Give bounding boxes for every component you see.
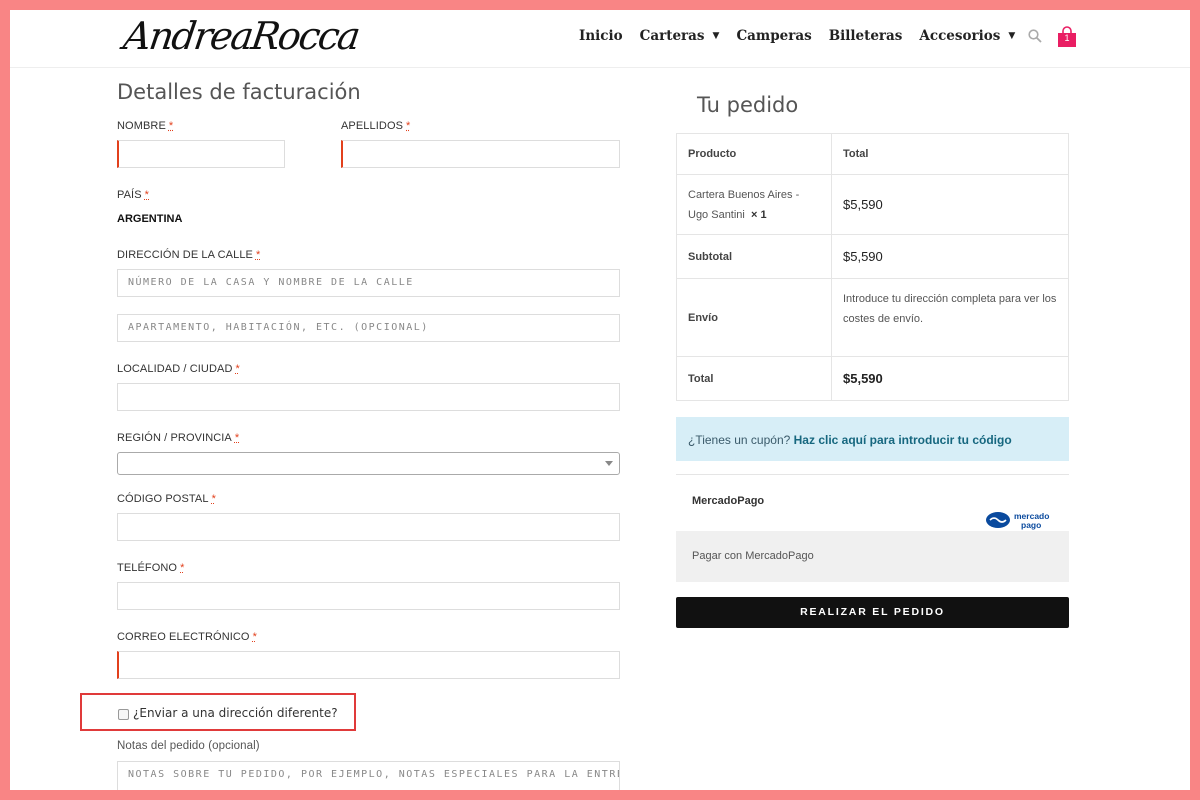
subtotal-value: $5,590 <box>831 234 1069 279</box>
payment-description: Pagar con MercadoPago <box>676 531 1069 582</box>
order-notes-label: Notas del pedido (opcional) <box>117 740 260 752</box>
phone-input[interactable] <box>117 582 620 610</box>
product-name: Cartera Buenos Aires - Ugo Santini <box>688 188 800 221</box>
region-select[interactable] <box>117 452 620 475</box>
label-text: DIRECCIÓN DE LA CALLE <box>117 249 253 261</box>
label-text: CORREO ELECTRÓNICO <box>117 631 250 643</box>
required-mark: * <box>211 493 216 505</box>
mp-logo-line2: pago <box>1021 520 1041 530</box>
nav-label: Accesorios <box>919 28 1001 44</box>
table-row: Total $5,590 <box>676 356 1069 401</box>
chevron-down-icon <box>605 461 613 466</box>
order-summary-table: Producto Total Cartera Buenos Aires - Ug… <box>676 133 1069 401</box>
total-label: Total <box>676 356 832 401</box>
required-mark: * <box>252 631 257 643</box>
site-header: AndreaRocca Inicio Carteras ▼ Camperas Bi… <box>10 10 1190 68</box>
city-input[interactable] <box>117 383 620 411</box>
email-input[interactable] <box>117 651 620 679</box>
caret-down-icon: ▼ <box>1008 31 1016 41</box>
pais-label: PAÍS * <box>117 189 149 201</box>
label-text: APELLIDOS <box>341 120 404 132</box>
pais-value: ARGENTINA <box>117 213 183 225</box>
payment-section: MercadoPago mercado pago Pagar con Merca… <box>676 474 1069 582</box>
nav-label: Billeteras <box>828 28 903 44</box>
place-order-button[interactable]: REALIZAR EL PEDIDO <box>676 597 1069 628</box>
correo-label: CORREO ELECTRÓNICO * <box>117 631 257 643</box>
coupon-question: ¿Tienes un cupón? <box>688 433 791 447</box>
nav-item-accesorios[interactable]: Accesorios ▼ <box>919 28 1015 44</box>
main-nav: Inicio Carteras ▼ Camperas Billeteras Acc… <box>579 28 1032 44</box>
col-total-header: Total <box>831 133 1069 175</box>
required-mark: * <box>234 432 240 444</box>
nav-item-billeteras[interactable]: Billeteras <box>829 28 903 44</box>
table-row: Envío Introduce tu dirección completa pa… <box>676 278 1069 357</box>
shipping-label: Envío <box>676 278 832 357</box>
apellidos-input[interactable] <box>341 140 620 168</box>
telefono-label: TELÉFONO * <box>117 562 184 574</box>
payment-method-label[interactable]: MercadoPago <box>692 495 764 507</box>
nav-label: Camperas <box>736 28 812 44</box>
subtotal-label: Subtotal <box>676 234 832 279</box>
postcode-input[interactable] <box>117 513 620 541</box>
ship-different-label[interactable]: ¿Enviar a una dirección diferente? <box>133 706 338 720</box>
label-text: PAÍS <box>117 189 142 201</box>
codigo-postal-label: CÓDIGO POSTAL * <box>117 493 216 505</box>
caret-down-icon: ▼ <box>712 31 720 41</box>
search-icon[interactable] <box>1028 29 1042 43</box>
required-mark: * <box>406 120 411 132</box>
brand-logo[interactable]: AndreaRocca <box>121 14 361 58</box>
cart-count-badge: 1 <box>1064 33 1070 43</box>
localidad-label: LOCALIDAD / CIUDAD * <box>117 363 240 375</box>
page-frame: AndreaRocca Inicio Carteras ▼ Camperas Bi… <box>10 10 1190 790</box>
required-mark: * <box>235 363 240 375</box>
required-mark: * <box>168 120 174 132</box>
required-mark: * <box>144 189 150 201</box>
label-text: TELÉFONO <box>117 562 178 574</box>
mercadopago-logo-icon: mercado pago <box>986 511 1049 530</box>
coupon-link[interactable]: Haz clic aquí para introducir tu código <box>794 433 1012 447</box>
product-qty: × 1 <box>751 208 767 221</box>
nav-item-inicio[interactable]: Inicio <box>579 28 623 44</box>
label-text: LOCALIDAD / CIUDAD <box>117 363 233 375</box>
region-label: REGIÓN / PROVINCIA * <box>117 432 239 444</box>
street-address-input[interactable]: NÚMERO DE LA CASA Y NOMBRE DE LA CALLE <box>117 269 620 297</box>
apartment-input[interactable]: APARTAMENTO, HABITACIÓN, ETC. (OPCIONAL) <box>117 314 620 342</box>
product-cell: Cartera Buenos Aires - Ugo Santini × 1 <box>676 174 832 235</box>
nombre-label: NOMBRE * <box>117 120 173 132</box>
nav-item-camperas[interactable]: Camperas <box>736 28 811 44</box>
order-notes-textarea[interactable]: NOTAS SOBRE TU PEDIDO, POR EJEMPLO, NOTA… <box>117 761 620 790</box>
label-text: REGIÓN / PROVINCIA <box>117 432 232 444</box>
label-text: CÓDIGO POSTAL <box>117 493 209 505</box>
required-mark: * <box>180 562 185 574</box>
billing-title: Detalles de facturación <box>117 80 361 104</box>
table-row: Subtotal $5,590 <box>676 234 1069 279</box>
total-value: $5,590 <box>831 356 1069 401</box>
apellidos-label: APELLIDOS * <box>341 120 410 132</box>
required-mark: * <box>255 249 261 261</box>
shipping-text: Introduce tu dirección completa para ver… <box>831 278 1069 357</box>
order-title: Tu pedido <box>697 93 799 117</box>
label-text: NOMBRE <box>117 120 166 132</box>
nav-label: Carteras <box>639 28 705 44</box>
product-price: $5,590 <box>831 174 1069 235</box>
nav-item-carteras[interactable]: Carteras ▼ <box>640 28 720 44</box>
nav-label: Inicio <box>579 28 623 44</box>
table-row: Cartera Buenos Aires - Ugo Santini × 1 $… <box>676 174 1069 235</box>
ship-different-checkbox[interactable] <box>118 709 129 720</box>
table-header-row: Producto Total <box>676 133 1069 175</box>
nombre-input[interactable] <box>117 140 285 168</box>
coupon-notice: ¿Tienes un cupón? Haz clic aquí para int… <box>676 417 1069 461</box>
col-product-header: Producto <box>676 133 832 175</box>
direccion-label: DIRECCIÓN DE LA CALLE * <box>117 249 260 261</box>
